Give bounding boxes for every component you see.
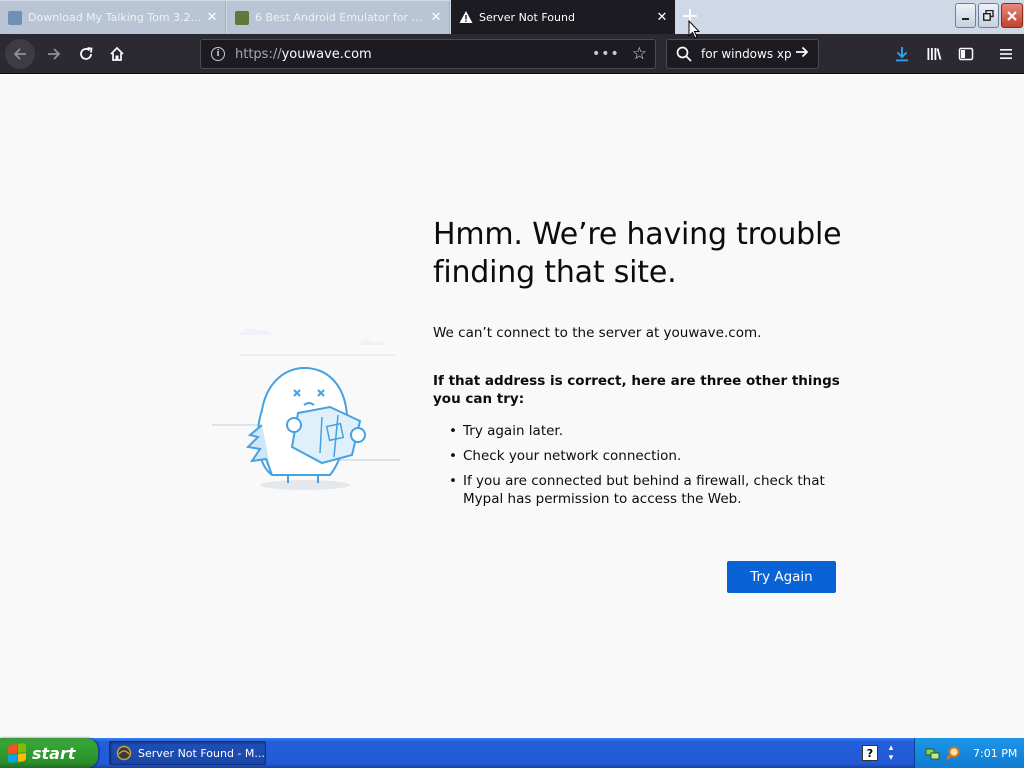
tab-title: Download My Talking Tom 3.2.1 ...: [28, 11, 205, 24]
reload-button[interactable]: [72, 40, 100, 68]
tray-expand-icon[interactable]: ▴ ▾: [885, 743, 897, 763]
error-page: Hmm. We’re having trouble finding that s…: [0, 75, 1024, 738]
list-item: If you are connected but behind a firewa…: [449, 472, 829, 508]
search-input[interactable]: for windows xp: [701, 47, 794, 61]
tab-strip: Download My Talking Tom 3.2.1 ... ✕ 6 Be…: [0, 0, 1024, 34]
close-tab-icon[interactable]: ✕: [205, 10, 219, 25]
url-text[interactable]: https://youwave.com: [235, 47, 592, 62]
forward-button[interactable]: [40, 40, 68, 68]
menu-button[interactable]: [992, 40, 1020, 68]
taskbar: start Server Not Found - M... ? ▴ ▾ 7:01 …: [0, 738, 1024, 768]
forward-arrow-icon: [48, 48, 61, 60]
library-icon: [927, 48, 942, 60]
screen: Download My Talking Tom 3.2.1 ... ✕ 6 Be…: [0, 0, 1024, 768]
try-again-button[interactable]: Try Again: [727, 561, 836, 593]
restore-button[interactable]: [978, 3, 999, 28]
site-favicon-icon: [8, 10, 22, 25]
back-button[interactable]: [5, 39, 35, 69]
home-button[interactable]: [103, 40, 131, 68]
hamburger-menu-icon: [1000, 49, 1012, 59]
suggestions-heading: If that address is correct, here are thr…: [433, 373, 840, 407]
windows-logo-icon: [8, 743, 26, 763]
suggestions-list: Try again later. Check your network conn…: [449, 422, 829, 515]
arrow-right-icon[interactable]: [794, 44, 810, 64]
taskbar-item-label: Server Not Found - M...: [138, 746, 265, 760]
home-icon: [110, 46, 124, 61]
list-item: Check your network connection.: [449, 447, 829, 465]
site-favicon-icon: [235, 10, 249, 25]
list-item: Try again later.: [449, 422, 829, 440]
start-label: start: [32, 743, 76, 763]
minimize-button[interactable]: [955, 3, 976, 28]
library-button[interactable]: [920, 40, 948, 68]
error-title: Hmm. We’re having trouble finding that s…: [433, 217, 842, 290]
taskbar-item-browser[interactable]: Server Not Found - M...: [109, 741, 266, 765]
sidebar-icon: [958, 47, 974, 61]
navigation-toolbar: i https://youwave.com ••• ☆ for windows …: [0, 34, 1024, 74]
sidebar-button[interactable]: [952, 40, 980, 68]
warning-icon: [459, 10, 473, 24]
back-arrow-icon: [13, 48, 26, 60]
help-icon[interactable]: ?: [862, 745, 878, 761]
tab-server-not-found[interactable]: Server Not Found ✕: [451, 0, 675, 34]
downloads-button[interactable]: [888, 40, 916, 68]
info-icon[interactable]: i: [211, 47, 225, 61]
close-tab-icon[interactable]: ✕: [655, 10, 669, 25]
tab-talking-tom[interactable]: Download My Talking Tom 3.2.1 ... ✕: [0, 1, 226, 34]
search-icon: [675, 45, 693, 63]
tab-title: 6 Best Android Emulator for Wind...: [255, 11, 429, 24]
close-tab-icon[interactable]: ✕: [429, 10, 443, 25]
url-bar[interactable]: i https://youwave.com ••• ☆: [200, 39, 656, 69]
tab-title: Server Not Found: [479, 10, 575, 24]
browser-app-icon: [116, 745, 132, 761]
tab-android-emulator[interactable]: 6 Best Android Emulator for Wind... ✕: [227, 1, 450, 34]
network-icon[interactable]: [925, 745, 941, 761]
close-window-button[interactable]: [1001, 3, 1023, 28]
clock: 7:01 PM: [973, 746, 1018, 760]
error-description: We can’t connect to the server at youwav…: [433, 325, 762, 341]
reload-icon: [80, 47, 93, 60]
mouse-cursor-icon: [688, 20, 700, 39]
search-bar[interactable]: for windows xp: [666, 39, 819, 69]
star-icon[interactable]: ☆: [632, 44, 647, 64]
start-button[interactable]: start: [0, 738, 98, 768]
confused-monster-illustration: [210, 325, 405, 495]
download-icon: [896, 47, 908, 62]
page-actions-icon[interactable]: •••: [592, 46, 620, 62]
system-tray: 7:01 PM: [914, 738, 1024, 768]
search-icon[interactable]: [945, 745, 961, 761]
